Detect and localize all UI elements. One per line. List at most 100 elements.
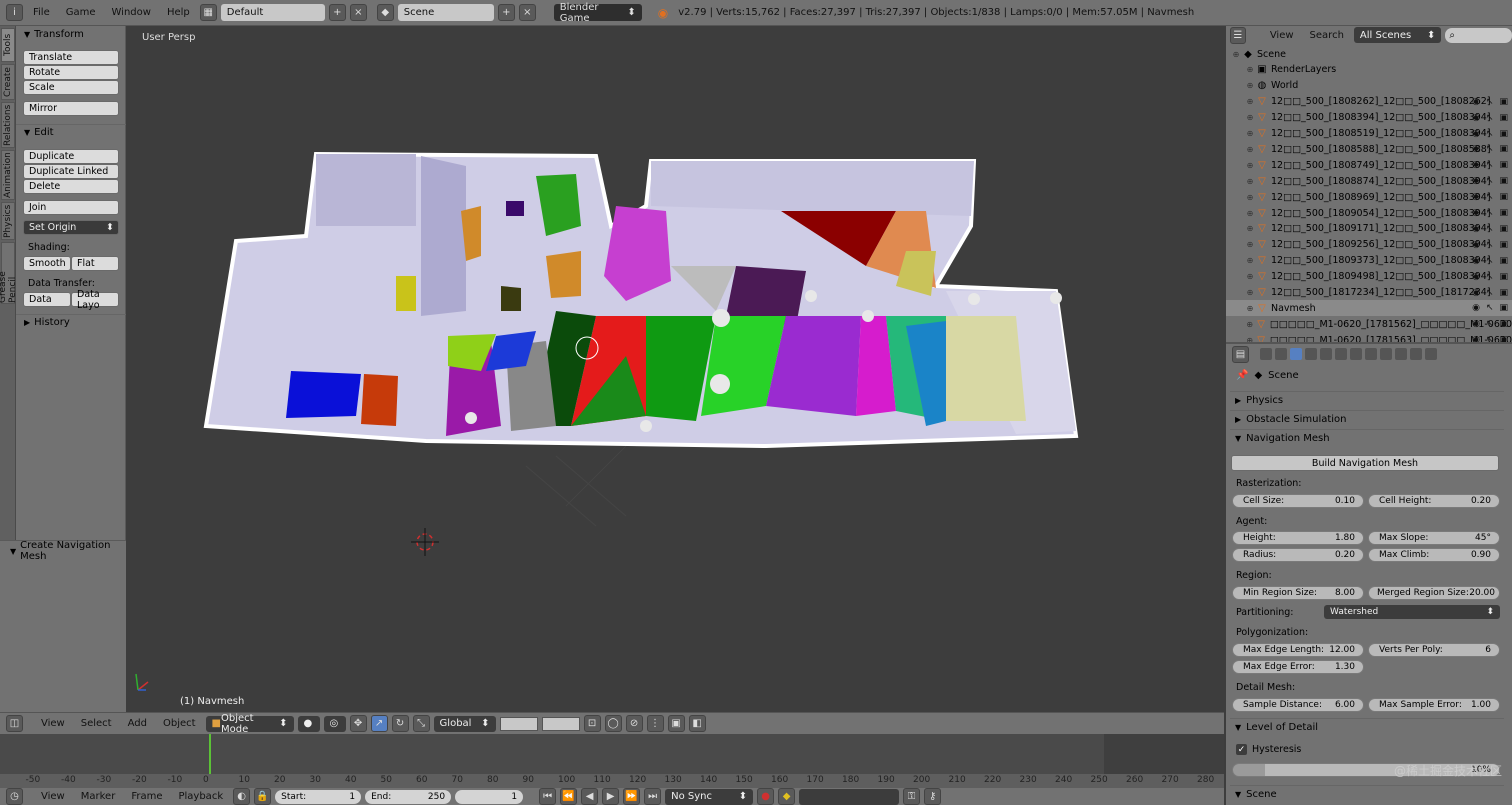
- expand-toggle-icon[interactable]: ⊕: [1244, 177, 1256, 186]
- camera-icon[interactable]: ▣: [1499, 176, 1508, 186]
- tab-tools[interactable]: Tools: [1, 28, 15, 62]
- expand-toggle-icon[interactable]: ⊕: [1244, 81, 1256, 90]
- outliner-row[interactable]: ⊕ ▽ 12□□_500_[1809054]_12□□_500_[1808394] ◉…: [1226, 205, 1512, 221]
- camera-icon[interactable]: ▣: [1499, 129, 1508, 139]
- menu-view[interactable]: View: [1264, 30, 1300, 41]
- flat-button[interactable]: Flat: [71, 256, 119, 271]
- expand-toggle-icon[interactable]: ⊕: [1244, 224, 1256, 233]
- cursor-icon[interactable]: ↖: [1486, 288, 1494, 298]
- expand-toggle-icon[interactable]: ⊕: [1244, 240, 1256, 249]
- delete-keyframe-icon[interactable]: ⚷: [924, 788, 942, 805]
- smooth-button[interactable]: Smooth: [23, 256, 71, 271]
- manipulator-toggle-icon[interactable]: ✥: [349, 715, 367, 732]
- eye-icon[interactable]: ◉: [1472, 129, 1480, 139]
- scale-button[interactable]: Scale: [23, 80, 119, 95]
- max-edge-error-field[interactable]: Max Edge Error: 1.30: [1232, 660, 1364, 674]
- tab-grease-pencil[interactable]: Grease Pencil: [0, 242, 18, 304]
- outliner-row-label[interactable]: 12□□_500_[1808588]_12□□_500_[1808588]: [1271, 144, 1491, 155]
- scene-panel-header[interactable]: ▼ Scene: [1230, 785, 1504, 803]
- partitioning-dropdown[interactable]: Watershed ⬍: [1324, 605, 1500, 619]
- menu-window[interactable]: Window: [106, 7, 157, 18]
- editor-type-icon[interactable]: ▤: [1232, 345, 1249, 363]
- current-frame-field[interactable]: 1: [455, 789, 524, 804]
- jump-start-icon[interactable]: ⏮: [539, 788, 557, 805]
- outliner-row[interactable]: ⊕ ▽ 12□□_500_[1809498]_12□□_500_[1808394] ◉…: [1226, 269, 1512, 285]
- eye-icon[interactable]: ◉: [1472, 272, 1480, 282]
- outliner-row[interactable]: ⊕ ▽ 12□□_500_[1809373]_12□□_500_[1808394] ◉…: [1226, 253, 1512, 269]
- scene-name-field[interactable]: Scene: [397, 4, 494, 21]
- tab-relations[interactable]: Relations: [1, 102, 15, 148]
- expand-toggle-icon[interactable]: ⊕: [1244, 288, 1256, 297]
- cursor-icon[interactable]: ↖: [1486, 272, 1494, 282]
- data-button[interactable]: Data: [23, 292, 71, 307]
- verts-per-poly-field[interactable]: Verts Per Poly: 6: [1368, 643, 1500, 657]
- agent-height-field[interactable]: Height: 1.80: [1232, 531, 1364, 545]
- camera-icon[interactable]: ▣: [1499, 208, 1508, 218]
- camera-icon[interactable]: ▣: [1499, 144, 1508, 154]
- outliner-row[interactable]: ⊕ ▽ 12□□_500_[1808588]_12□□_500_[1808588] ◉…: [1226, 141, 1512, 157]
- cursor-icon[interactable]: ↖: [1486, 303, 1494, 313]
- max-climb-field[interactable]: Max Climb: 0.90: [1368, 548, 1500, 562]
- eye-icon[interactable]: ◉: [1472, 224, 1480, 234]
- orientation-dropdown[interactable]: Global ⬍: [433, 715, 496, 732]
- expand-toggle-icon[interactable]: ⊕: [1244, 272, 1256, 281]
- editor-type-icon[interactable]: ◫: [6, 715, 23, 732]
- cell-size-field[interactable]: Cell Size: 0.10: [1232, 494, 1364, 508]
- outliner-row-label[interactable]: 12□□_500_[1808749]_12□□_500_[1808394]: [1271, 160, 1491, 171]
- scale-manipulator-icon[interactable]: ⤡: [412, 715, 430, 732]
- expand-toggle-icon[interactable]: ⊕: [1244, 65, 1256, 74]
- checkbox-checked-icon[interactable]: ✓: [1236, 744, 1247, 755]
- menu-object[interactable]: Object: [157, 718, 202, 729]
- duplicate-button[interactable]: Duplicate: [23, 149, 119, 164]
- next-keyframe-icon[interactable]: ⏩: [623, 788, 641, 805]
- cursor-icon[interactable]: ↖: [1486, 224, 1494, 234]
- editor-type-icon[interactable]: ◷: [6, 788, 23, 805]
- eye-icon[interactable]: ◉: [1472, 97, 1480, 107]
- expand-toggle-icon[interactable]: ⊕: [1244, 256, 1256, 265]
- prev-keyframe-icon[interactable]: ⏪: [560, 788, 578, 805]
- preview-range-icon[interactable]: ◐: [233, 788, 251, 805]
- eye-icon[interactable]: ◉: [1472, 144, 1480, 154]
- eye-icon[interactable]: ◉: [1472, 192, 1480, 202]
- outliner-row[interactable]: ⊕ ▽ 12□□_500_[1808969]_12□□_500_[1808394] ◉…: [1226, 189, 1512, 205]
- cursor-icon[interactable]: ↖: [1486, 192, 1494, 202]
- expand-toggle-icon[interactable]: ⊕: [1244, 304, 1256, 313]
- pivot-dropdown[interactable]: ◎: [323, 715, 346, 732]
- outliner-row[interactable]: ⊕ ▽ 12□□_500_[1809171]_12□□_500_[1808394] ◉…: [1226, 221, 1512, 237]
- eye-icon[interactable]: ◉: [1472, 288, 1480, 298]
- physics-panel-header[interactable]: ▶ Physics: [1230, 391, 1504, 409]
- cursor-icon[interactable]: ↖: [1486, 256, 1494, 266]
- edit-panel-header[interactable]: ▼ Edit: [16, 124, 126, 140]
- eye-icon[interactable]: ◉: [1472, 160, 1480, 170]
- 3d-viewport[interactable]: User Persp (1) Navmesh: [126, 26, 1224, 712]
- cursor-icon[interactable]: ↖: [1486, 113, 1494, 123]
- outliner-row[interactable]: ⊕ ▣ RenderLayers: [1226, 62, 1512, 78]
- max-edge-length-field[interactable]: Max Edge Length: 12.00: [1232, 643, 1364, 657]
- constraints-tab-icon[interactable]: [1335, 348, 1347, 360]
- menu-view[interactable]: View: [35, 791, 71, 802]
- outliner-row[interactable]: ⊕ ▽ 12□□_500_[1808874]_12□□_500_[1808394] ◉…: [1226, 173, 1512, 189]
- lock-icon[interactable]: 🔒: [254, 788, 272, 805]
- mode-dropdown[interactable]: ■ Object Mode ⬍: [205, 713, 294, 735]
- merged-region-field[interactable]: Merged Region Size: 20.00: [1368, 586, 1500, 600]
- expand-toggle-icon[interactable]: ⊕: [1244, 145, 1256, 154]
- max-slope-field[interactable]: Max Slope: 45°: [1368, 531, 1500, 545]
- cursor-icon[interactable]: ↖: [1486, 97, 1494, 107]
- cursor-icon[interactable]: ↖: [1486, 208, 1494, 218]
- sync-dropdown[interactable]: No Sync ⬍: [665, 788, 754, 805]
- lock-layers-icon[interactable]: ⊡: [583, 715, 601, 732]
- camera-icon[interactable]: ▣: [1499, 224, 1508, 234]
- rotate-manipulator-icon[interactable]: ↻: [391, 715, 409, 732]
- lod-panel-header[interactable]: ▼ Level of Detail: [1230, 718, 1504, 736]
- menu-search[interactable]: Search: [1304, 30, 1350, 41]
- outliner-row[interactable]: ⊕ ▽ Navmesh ◉ ↖ ▣: [1226, 300, 1512, 317]
- camera-icon[interactable]: ▣: [1499, 160, 1508, 170]
- layer-buttons-a[interactable]: [499, 716, 538, 731]
- eye-icon[interactable]: ◉: [1472, 176, 1480, 186]
- render-layers-tab-icon[interactable]: [1275, 348, 1287, 360]
- duplicate-linked-button[interactable]: Duplicate Linked: [23, 164, 119, 179]
- rotate-button[interactable]: Rotate: [23, 65, 119, 80]
- scene-icon[interactable]: ◆: [376, 4, 394, 21]
- mirror-button[interactable]: Mirror: [23, 101, 119, 116]
- material-tab-icon[interactable]: [1380, 348, 1392, 360]
